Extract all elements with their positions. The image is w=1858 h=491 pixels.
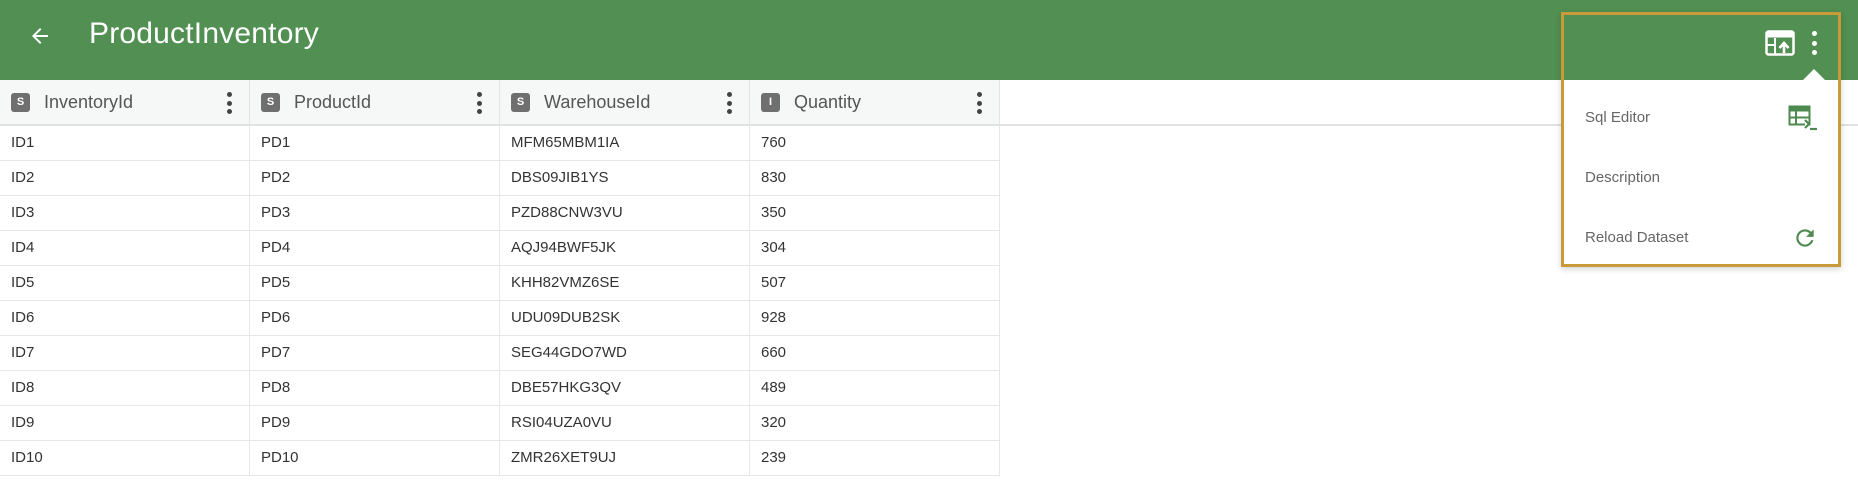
cell-inventoryid[interactable]: ID5 [0,266,250,300]
integer-type-icon: I [761,92,780,112]
cell-inventoryid[interactable]: ID9 [0,406,250,440]
cell-inventoryid[interactable]: ID7 [0,336,250,370]
back-button[interactable] [24,20,56,52]
grid-header: S InventoryId S ProductId S WarehouseId … [0,80,1000,126]
cell-inventoryid[interactable]: ID3 [0,196,250,230]
cell-quantity[interactable]: 320 [750,406,1000,440]
cell-quantity[interactable]: 760 [750,126,1000,160]
more-vertical-icon[interactable] [725,92,733,114]
menu-item-label: Sql Editor [1585,109,1651,126]
cell-warehouseid[interactable]: ZMR26XET9UJ [500,441,750,475]
column-label: InventoryId [44,91,134,112]
menu-item-description[interactable]: Description [1564,153,1838,205]
cell-productid[interactable]: PD7 [250,336,500,370]
cell-productid[interactable]: PD1 [250,126,500,160]
cell-inventoryid[interactable]: ID1 [0,126,250,160]
cell-warehouseid[interactable]: DBE57HKG3QV [500,371,750,405]
cell-inventoryid[interactable]: ID2 [0,161,250,195]
cell-warehouseid[interactable]: MFM65MBM1IA [500,126,750,160]
cell-productid[interactable]: PD9 [250,406,500,440]
sql-table-icon [1788,105,1817,131]
cell-warehouseid[interactable]: DBS09JIB1YS [500,161,750,195]
column-header-warehouseid[interactable]: S WarehouseId [500,80,750,124]
refresh-icon [1796,229,1814,247]
menu-item-sql-editor[interactable]: Sql Editor [1564,93,1838,145]
more-vertical-icon[interactable] [225,92,233,114]
cell-productid[interactable]: PD4 [250,231,500,265]
cell-quantity[interactable]: 489 [750,371,1000,405]
cell-warehouseid[interactable]: RSI04UZA0VU [500,406,750,440]
cell-productid[interactable]: PD2 [250,161,500,195]
cell-inventoryid[interactable]: ID10 [0,441,250,475]
menu-item-label: Description [1585,169,1661,186]
cell-productid[interactable]: PD10 [250,441,500,475]
table-row[interactable]: ID4 PD4 AQJ94BWF5JK 304 [0,231,1000,266]
cell-quantity[interactable]: 830 [750,161,1000,195]
cell-inventoryid[interactable]: ID4 [0,231,250,265]
cell-inventoryid[interactable]: ID8 [0,371,250,405]
table-row[interactable]: ID3 PD3 PZD88CNW3VU 350 [0,196,1000,231]
arrow-left-icon [32,28,48,44]
cell-warehouseid[interactable]: SEG44GDO7WD [500,336,750,370]
column-label: Quantity [794,91,862,112]
cell-productid[interactable]: PD8 [250,371,500,405]
column-label: ProductId [294,91,372,112]
menu-caret [1803,69,1825,80]
column-label: WarehouseId [544,91,651,112]
cell-productid[interactable]: PD5 [250,266,500,300]
table-row[interactable]: ID9 PD9 RSI04UZA0VU 320 [0,406,1000,441]
string-type-icon: S [261,92,280,112]
more-vertical-icon[interactable] [1810,31,1818,55]
overflow-menu: Sql Editor Description Reload Dataset [1561,12,1841,267]
cell-productid[interactable]: PD6 [250,301,500,335]
table-row[interactable]: ID8 PD8 DBE57HKG3QV 489 [0,371,1000,406]
table-row[interactable]: ID2 PD2 DBS09JIB1YS 830 [0,161,1000,196]
table-row[interactable]: ID5 PD5 KHH82VMZ6SE 507 [0,266,1000,301]
more-vertical-icon[interactable] [475,92,483,114]
cell-quantity[interactable]: 660 [750,336,1000,370]
cell-quantity[interactable]: 304 [750,231,1000,265]
cell-warehouseid[interactable]: KHH82VMZ6SE [500,266,750,300]
menu-item-label: Reload Dataset [1585,229,1689,246]
string-type-icon: S [511,92,530,112]
more-vertical-icon[interactable] [975,92,983,114]
table-row[interactable]: ID7 PD7 SEG44GDO7WD 660 [0,336,1000,371]
string-type-icon: S [11,92,30,112]
menu-toolbar [1564,15,1838,80]
table-row[interactable]: ID10 PD10 ZMR26XET9UJ 239 [0,441,1000,476]
column-header-quantity[interactable]: I Quantity [750,80,1000,124]
cell-warehouseid[interactable]: UDU09DUB2SK [500,301,750,335]
menu-item-reload-dataset[interactable]: Reload Dataset [1564,213,1838,265]
table-upload-icon[interactable] [1765,30,1795,56]
cell-inventoryid[interactable]: ID6 [0,301,250,335]
cell-warehouseid[interactable]: AQJ94BWF5JK [500,231,750,265]
cell-warehouseid[interactable]: PZD88CNW3VU [500,196,750,230]
cell-quantity[interactable]: 350 [750,196,1000,230]
data-grid: S InventoryId S ProductId S WarehouseId … [0,80,1000,476]
column-header-productid[interactable]: S ProductId [250,80,500,124]
cell-quantity[interactable]: 239 [750,441,1000,475]
table-row[interactable]: ID1 PD1 MFM65MBM1IA 760 [0,126,1000,161]
page-title: ProductInventory [89,17,319,50]
cell-productid[interactable]: PD3 [250,196,500,230]
table-row[interactable]: ID6 PD6 UDU09DUB2SK 928 [0,301,1000,336]
cell-quantity[interactable]: 928 [750,301,1000,335]
column-header-inventoryid[interactable]: S InventoryId [0,80,250,124]
cell-quantity[interactable]: 507 [750,266,1000,300]
